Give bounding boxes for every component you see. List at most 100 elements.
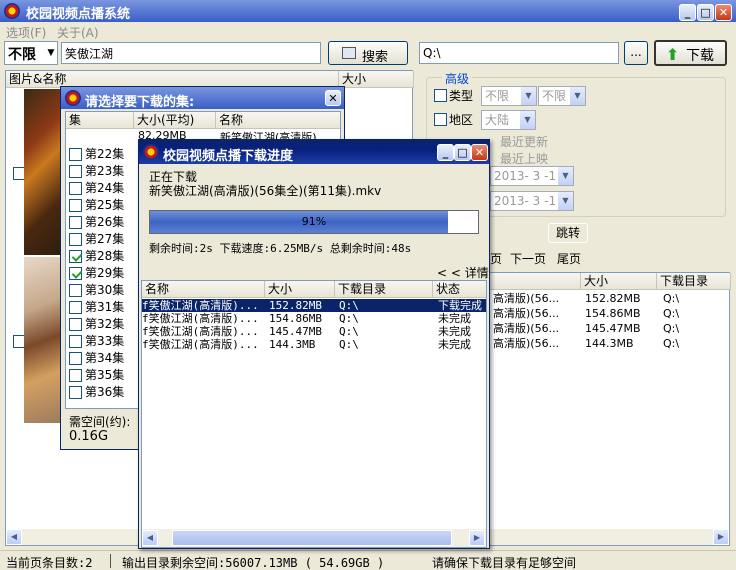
download-row[interactable]: 高清版)(56... 144.3MB Q:\ [487,336,731,351]
download-col-dir[interactable]: 下载目录 [657,273,731,290]
episode-col-name[interactable]: 名称 [216,112,340,129]
space-value: 0.16G [69,429,109,444]
progress-close-button[interactable]: ✕ [471,144,488,161]
menu-options[interactable]: 选项(F) [6,24,46,41]
episode-checkbox[interactable] [69,386,82,399]
browse-button[interactable]: ... [624,41,648,65]
progress-file-row[interactable]: f笑傲江湖(高清版)... 144.3MB Q:\ 未完成 [142,338,486,351]
download-col-size[interactable]: 大小 [581,273,657,290]
progress-file-row[interactable]: f笑傲江湖(高清版)... 152.82MB Q:\ 下载完成 [142,299,486,312]
scroll-left-button[interactable]: ◀ [6,529,22,545]
download-row[interactable]: 高清版)(56... 152.82MB Q:\ [487,291,731,306]
prev-page-button[interactable]: 页 [490,250,502,267]
episode-row[interactable]: 第34集 [66,350,134,367]
search-scope-select[interactable]: 不限 ▼ [4,41,58,65]
episode-row[interactable]: 第31集 [66,299,134,316]
download-row[interactable]: 高清版)(56... 145.47MB Q:\ [487,321,731,336]
date-from-picker[interactable]: 2013- 3 -11 ▼ [490,166,574,186]
episode-row[interactable]: 第27集 [66,231,134,248]
date-to-picker[interactable]: 2013- 3 -11 ▼ [490,191,574,211]
chevron-down-icon[interactable]: ▼ [557,167,573,185]
episode-row[interactable]: 第28集 [66,248,134,265]
episode-checkbox[interactable] [69,284,82,297]
sort-recent-release[interactable]: 最近上映 [500,150,548,167]
episode-col-size[interactable]: 大小(平均) [134,112,216,129]
scroll-thumb[interactable] [172,530,452,546]
episode-row[interactable]: 第30集 [66,282,134,299]
chevron-down-icon[interactable]: ▼ [569,87,585,105]
horizontal-scrollbar[interactable]: ▶ [487,529,729,545]
progress-col-size[interactable]: 大小 [265,281,335,298]
close-button[interactable]: ✕ [715,4,732,21]
episode-checkbox[interactable] [69,301,82,314]
scroll-left-button[interactable]: ◀ [142,530,158,546]
search-button[interactable]: 搜索 [328,41,408,65]
episode-row[interactable]: 第26集 [66,214,134,231]
type-checkbox[interactable] [434,89,447,102]
episode-row[interactable]: 第33集 [66,333,134,350]
chevron-down-icon[interactable]: ▼ [520,87,536,105]
episode-row[interactable]: 第36集 [66,384,134,401]
episode-checkbox[interactable] [69,233,82,246]
progress-bar: 91% [149,210,479,234]
app-logo-icon [143,144,159,160]
episode-checkbox[interactable] [69,148,82,161]
episode-row[interactable]: 第24集 [66,180,134,197]
scroll-right-button[interactable]: ▶ [469,530,485,546]
horizontal-scrollbar[interactable]: ◀ ▶ [142,529,486,547]
progress-file-dir: Q:\ [339,312,359,325]
region-select[interactable]: 大陆 ▼ [481,110,536,130]
chevron-down-icon[interactable]: ▼ [44,43,58,63]
episode-row[interactable]: 第35集 [66,367,134,384]
episode-checkbox[interactable] [69,318,82,331]
episode-row[interactable]: 第22集 [66,146,134,163]
episode-dialog-close-button[interactable]: ✕ [325,90,341,106]
episode-checkbox[interactable] [69,369,82,382]
details-toggle[interactable]: < < 详情 [437,264,489,281]
episode-label: 第25集 [85,198,125,212]
jump-button[interactable]: 跳转 [548,223,588,243]
progress-file-size: 152.82MB [269,299,322,312]
episode-checkbox[interactable] [69,216,82,229]
progress-file-row[interactable]: f笑傲江湖(高清版)... 154.86MB Q:\ 未完成 [142,312,486,325]
progress-col-status[interactable]: 状态 [433,281,486,298]
results-col-size[interactable]: 大小 [339,71,414,88]
episode-label: 第29集 [85,266,125,280]
path-input[interactable] [419,42,619,64]
episode-checkbox[interactable] [69,250,82,263]
menu-about[interactable]: 关于(A) [57,24,99,41]
episode-row[interactable]: 第25集 [66,197,134,214]
episode-checkbox[interactable] [69,335,82,348]
episode-row[interactable]: 第29集 [66,265,134,282]
download-col-blank[interactable] [487,273,581,290]
region-checkbox[interactable] [434,113,447,126]
type-select-1[interactable]: 不限 ▼ [481,86,537,106]
search-scope-value: 不限 [8,47,36,63]
progress-col-dir[interactable]: 下载目录 [335,281,433,298]
progress-col-name[interactable]: 名称 [142,281,265,298]
search-input[interactable] [61,42,321,64]
progress-dialog-title-bar: 校园视频点播下载进度 _ □ ✕ [139,140,489,164]
download-row[interactable]: 高清版)(56... 154.86MB Q:\ [487,306,731,321]
episode-checkbox[interactable] [69,182,82,195]
next-page-button[interactable]: 下一页 [510,250,546,267]
episode-col-number[interactable]: 集 [66,112,134,129]
episode-checkbox[interactable] [69,267,82,280]
progress-file-row[interactable]: f笑傲江湖(高清版)... 145.47MB Q:\ 未完成 [142,325,486,338]
last-page-button[interactable]: 尾页 [557,250,581,267]
episode-row[interactable]: 第32集 [66,316,134,333]
episode-checkbox[interactable] [69,165,82,178]
minimize-button[interactable]: _ [679,4,696,21]
progress-minimize-button[interactable]: _ [437,144,454,161]
chevron-down-icon[interactable]: ▼ [519,111,535,129]
sort-recent-update[interactable]: 最近更新 [500,133,548,150]
maximize-button[interactable]: □ [697,4,714,21]
scroll-right-button[interactable]: ▶ [713,529,729,545]
type-select-2[interactable]: 不限 ▼ [538,86,586,106]
download-button[interactable]: ⬆ 下载 [654,40,727,66]
episode-checkbox[interactable] [69,199,82,212]
episode-row[interactable]: 第23集 [66,163,134,180]
episode-checkbox[interactable] [69,352,82,365]
chevron-down-icon[interactable]: ▼ [557,192,573,210]
progress-maximize-button[interactable]: □ [454,144,471,161]
